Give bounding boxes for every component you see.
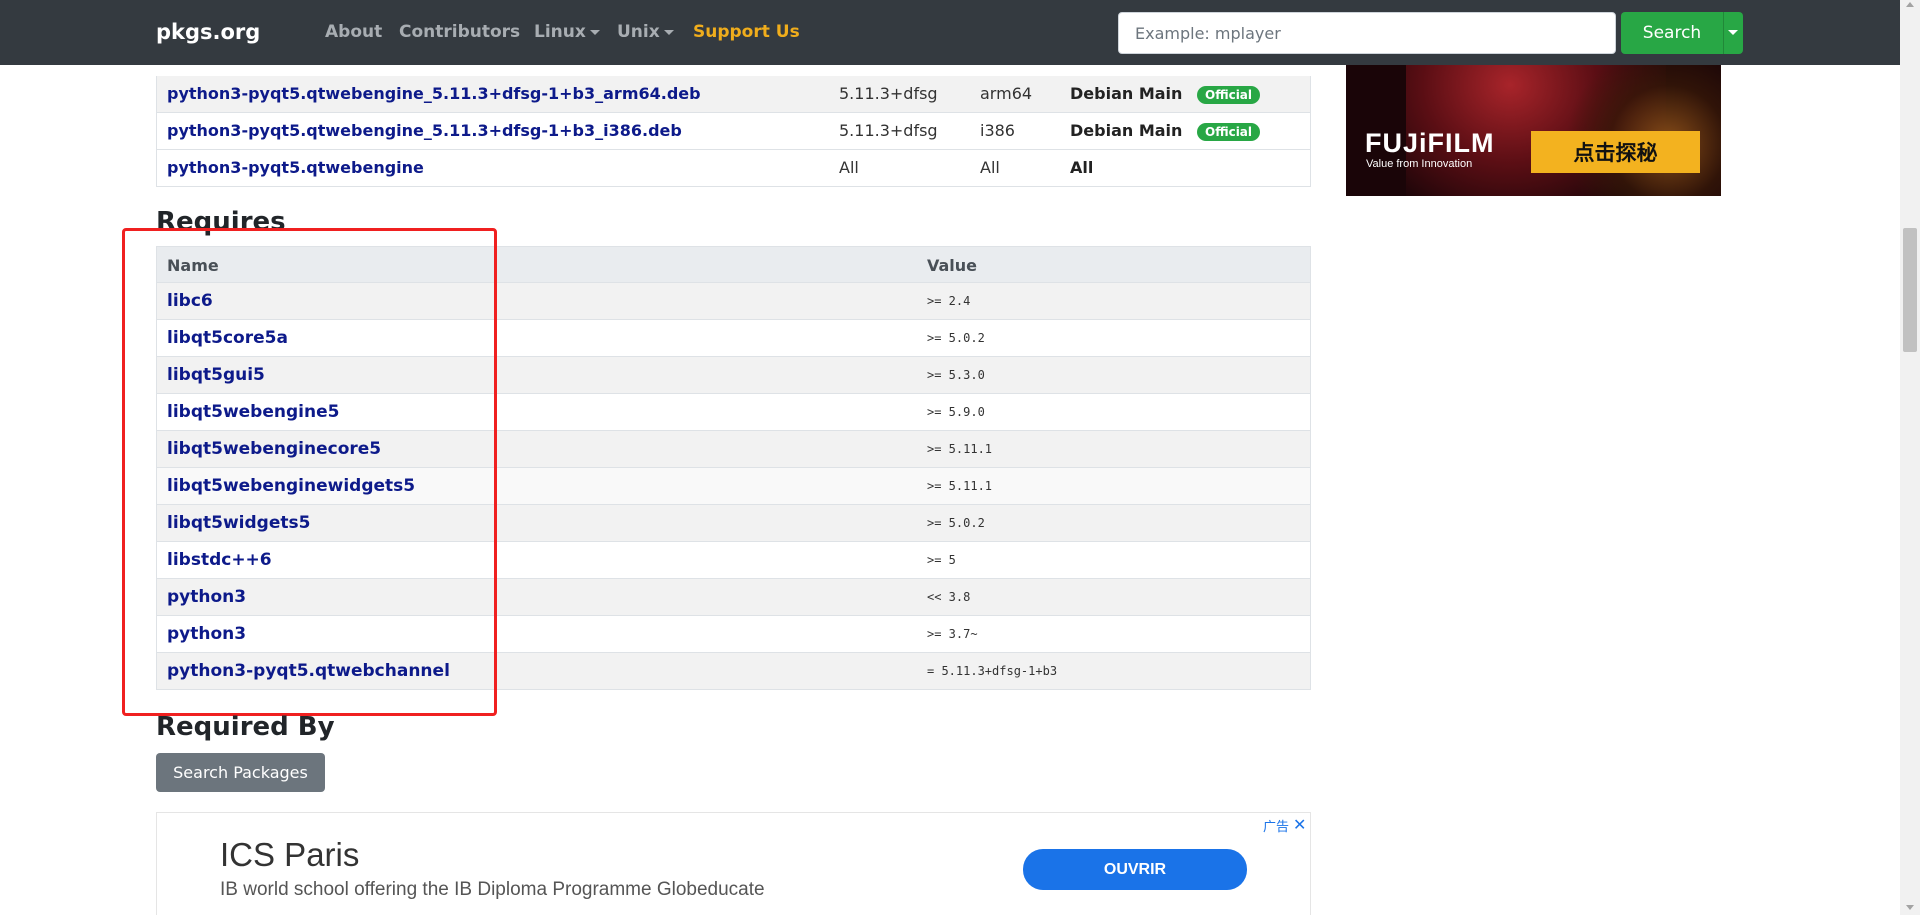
requirement-value: >= 5.11.1: [927, 442, 993, 456]
scrollbar-thumb[interactable]: [1903, 228, 1917, 352]
search-packages-button[interactable]: Search Packages: [156, 753, 325, 792]
package-link[interactable]: python3-pyqt5.qtwebengine_5.11.3+dfsg-1+…: [167, 121, 682, 140]
fujifilm-tagline: Value from Innovation: [1366, 158, 1473, 170]
requirement-value: >= 3.7~: [927, 627, 978, 641]
package-link[interactable]: python3-pyqt5.qtwebengine: [167, 158, 424, 177]
nav-support-us[interactable]: Support Us: [693, 22, 800, 42]
requirement-value: >= 5.0.2: [927, 331, 985, 345]
chevron-down-icon: [589, 29, 600, 35]
package-row: python3-pyqt5.qtwebengine_5.11.3+dfsg-1+…: [156, 76, 1311, 113]
scroll-down-arrow-icon[interactable]: [1906, 905, 1914, 910]
nav-unix[interactable]: Unix: [617, 22, 674, 42]
requirement-value: >= 5.9.0: [927, 405, 985, 419]
official-badge: Official: [1197, 86, 1261, 104]
ad-label[interactable]: 广告: [1263, 816, 1289, 835]
scroll-up-arrow-icon[interactable]: [1906, 2, 1914, 7]
nav-linux[interactable]: Linux: [534, 22, 600, 42]
package-repo[interactable]: Debian Main: [1070, 84, 1182, 103]
package-repo[interactable]: All: [1070, 158, 1093, 177]
ad-banner-bottom[interactable]: ICS Paris IB world school offering the I…: [156, 812, 1311, 915]
chevron-down-icon: [663, 29, 674, 35]
package-arch: arm64: [980, 84, 1033, 103]
highlight-annotation-box: [122, 228, 497, 716]
search-button[interactable]: Search: [1621, 12, 1723, 54]
search-dropdown-toggle[interactable]: [1723, 12, 1743, 54]
ad-title[interactable]: ICS Paris: [220, 836, 359, 874]
search-input[interactable]: [1118, 12, 1616, 54]
top-navbar: pkgs.org About Contributors Linux Unix S…: [0, 0, 1900, 65]
requirement-value: >= 5.3.0: [927, 368, 985, 382]
requirement-value: = 5.11.3+dfsg-1+b3: [927, 664, 1058, 678]
ad-explore-button[interactable]: 点击探秘: [1531, 131, 1700, 173]
package-arch: i386: [980, 121, 1015, 140]
ad-description[interactable]: IB world school offering the IB Diploma …: [220, 879, 765, 901]
package-row: python3-pyqt5.qtwebengine_5.11.3+dfsg-1+…: [156, 113, 1311, 150]
requirement-value: >= 5: [927, 553, 956, 567]
package-repo[interactable]: Debian Main: [1070, 121, 1182, 140]
column-header-value: Value: [927, 256, 978, 275]
requirement-value: >= 2.4: [927, 294, 971, 308]
ad-open-button[interactable]: OUVRIR: [1023, 849, 1247, 890]
official-badge: Official: [1197, 123, 1261, 141]
package-link[interactable]: python3-pyqt5.qtwebengine_5.11.3+dfsg-1+…: [167, 84, 701, 103]
nav-contributors[interactable]: Contributors: [399, 22, 520, 42]
fujifilm-logo: FUJiFILM: [1365, 128, 1495, 158]
package-version: 5.11.3+dfsg: [839, 84, 938, 103]
required-by-heading: Required By: [156, 712, 335, 742]
nav-about[interactable]: About: [325, 22, 382, 42]
package-version: All: [839, 158, 859, 177]
package-row: python3-pyqt5.qtwebengine All All All: [156, 150, 1311, 187]
chevron-down-icon: [1728, 30, 1738, 35]
ad-banner-right[interactable]: FUJiFILM Value from Innovation 点击探秘: [1346, 65, 1721, 196]
package-version: 5.11.3+dfsg: [839, 121, 938, 140]
close-icon[interactable]: ✕: [1293, 815, 1306, 834]
requirement-value: << 3.8: [927, 590, 971, 604]
brand-logo[interactable]: pkgs.org: [156, 20, 260, 44]
requirement-value: >= 5.0.2: [927, 516, 985, 530]
requirement-value: >= 5.11.1: [927, 479, 993, 493]
package-arch: All: [980, 158, 1000, 177]
page-scrollbar[interactable]: [1900, 0, 1920, 915]
